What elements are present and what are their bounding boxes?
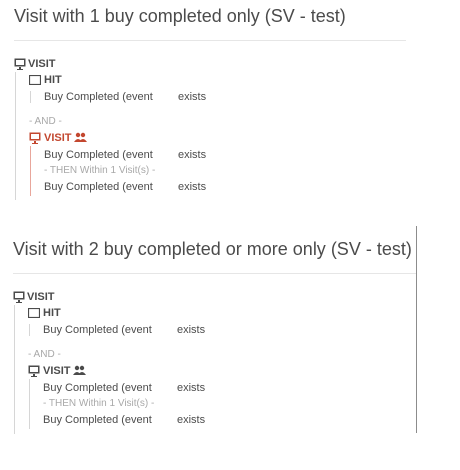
then-operator[interactable]: - THEN Within 1 Visit(s) - [44, 165, 155, 176]
rectangle-icon [29, 75, 41, 85]
rule-dimension[interactable]: Buy Completed (event [44, 91, 153, 103]
and-operator[interactable]: - AND - [28, 349, 61, 360]
segment-title: Visit with 2 buy completed or more only … [13, 239, 412, 259]
monitor-icon [14, 58, 26, 70]
card-right-border [416, 226, 417, 433]
rule-operator[interactable]: exists [177, 324, 205, 336]
sequential-container-line [29, 379, 30, 429]
people-icon[interactable] [73, 365, 86, 376]
hit-container-line [30, 91, 31, 103]
visit-container-label[interactable]: VISIT [28, 58, 56, 70]
rule-operator[interactable]: exists [177, 414, 205, 426]
sequential-visit-label[interactable]: VISIT [44, 132, 72, 144]
visit-container-label[interactable]: VISIT [27, 291, 55, 303]
rectangle-icon [28, 308, 40, 318]
and-operator[interactable]: - AND - [29, 116, 62, 127]
rule-operator[interactable]: exists [178, 149, 206, 161]
rule-dimension[interactable]: Buy Completed (event [44, 181, 153, 193]
title-divider [13, 273, 416, 274]
segment-title: Visit with 1 buy completed only (SV - te… [14, 6, 346, 26]
rule-dimension[interactable]: Buy Completed (event [43, 382, 152, 394]
people-icon[interactable] [74, 132, 87, 143]
rule-dimension[interactable]: Buy Completed (event [44, 149, 153, 161]
visit-container-line [15, 72, 16, 200]
rule-operator[interactable]: exists [178, 91, 206, 103]
monitor-icon [13, 291, 25, 303]
rule-operator[interactable]: exists [177, 382, 205, 394]
monitor-icon [28, 365, 40, 377]
rule-operator[interactable]: exists [178, 181, 206, 193]
title-divider [14, 40, 406, 41]
hit-container-label[interactable]: HIT [43, 307, 61, 319]
sequential-visit-label[interactable]: VISIT [43, 365, 71, 377]
hit-container-line [29, 324, 30, 336]
rule-dimension[interactable]: Buy Completed (event [43, 414, 152, 426]
sequential-container-line [30, 146, 31, 196]
hit-container-label[interactable]: HIT [44, 74, 62, 86]
visit-container-line [14, 305, 15, 434]
then-operator[interactable]: - THEN Within 1 Visit(s) - [43, 398, 154, 409]
rule-dimension[interactable]: Buy Completed (event [43, 324, 152, 336]
monitor-icon [29, 132, 41, 144]
